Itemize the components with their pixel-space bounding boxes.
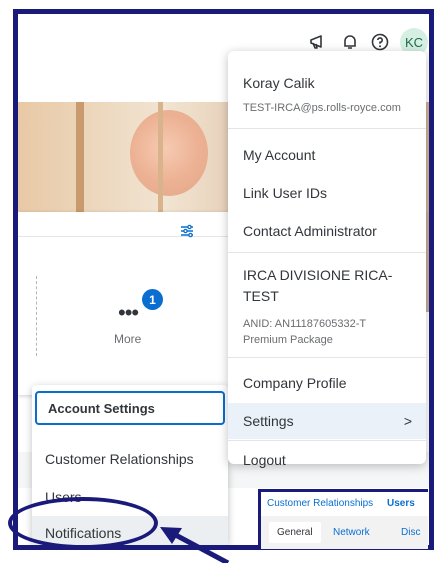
- preview-subtab-disc[interactable]: Disc: [401, 527, 420, 538]
- menu-item-my-account[interactable]: My Account: [228, 137, 426, 173]
- screenshot-frame: KC ••• 1 More Account Settings Customer …: [13, 9, 434, 550]
- company-name: IRCA DIVISIONE RICA-TEST: [243, 267, 393, 304]
- divider: [18, 236, 230, 237]
- preview-inset-panel: Customer Relationships Users General Net…: [258, 489, 428, 549]
- user-email: TEST-IRCA@ps.rolls-royce.com: [243, 102, 401, 114]
- bell-icon[interactable]: [340, 32, 360, 52]
- dashed-divider: [36, 276, 37, 356]
- menu-item-link-user-ids[interactable]: Link User IDs: [228, 175, 426, 211]
- submenu-item-account-settings[interactable]: Account Settings: [35, 391, 225, 425]
- hero-lamp-shape: [130, 110, 208, 196]
- preview-tab-users[interactable]: Users: [387, 498, 415, 509]
- menu-item-logout[interactable]: Logout: [228, 442, 426, 478]
- preview-tab-customer-relationships[interactable]: Customer Relationships: [267, 498, 373, 509]
- divider: [228, 357, 426, 358]
- more-dots-icon[interactable]: •••: [118, 302, 139, 324]
- menu-item-settings-label: Settings: [243, 413, 294, 429]
- hero-stripe: [158, 102, 163, 212]
- help-icon[interactable]: [370, 32, 390, 52]
- menu-item-contact-administrator[interactable]: Contact Administrator: [228, 213, 426, 249]
- filter-settings-icon[interactable]: [180, 224, 194, 243]
- menu-item-settings[interactable]: Settings >: [228, 403, 426, 439]
- more-label[interactable]: More: [114, 332, 141, 346]
- chevron-right-icon: >: [403, 413, 412, 429]
- menu-item-company-profile[interactable]: Company Profile: [228, 365, 426, 401]
- divider: [228, 440, 426, 441]
- company-package: Premium Package: [243, 334, 333, 346]
- megaphone-icon[interactable]: [308, 32, 328, 52]
- preview-subtab-network[interactable]: Network: [333, 527, 370, 538]
- submenu-item-customer-relationships[interactable]: Customer Relationships: [32, 440, 228, 478]
- divider: [228, 252, 426, 253]
- company-anid: ANID: AN11187605332-T: [243, 318, 367, 330]
- divider: [228, 128, 426, 129]
- notification-badge: 1: [142, 289, 163, 310]
- annotation-oval: [8, 497, 158, 549]
- preview-subtab-general[interactable]: General: [269, 522, 321, 543]
- hero-stripe: [76, 102, 84, 212]
- user-menu-dropdown: Koray Calik TEST-IRCA@ps.rolls-royce.com…: [228, 51, 426, 468]
- user-name: Koray Calik: [243, 75, 315, 91]
